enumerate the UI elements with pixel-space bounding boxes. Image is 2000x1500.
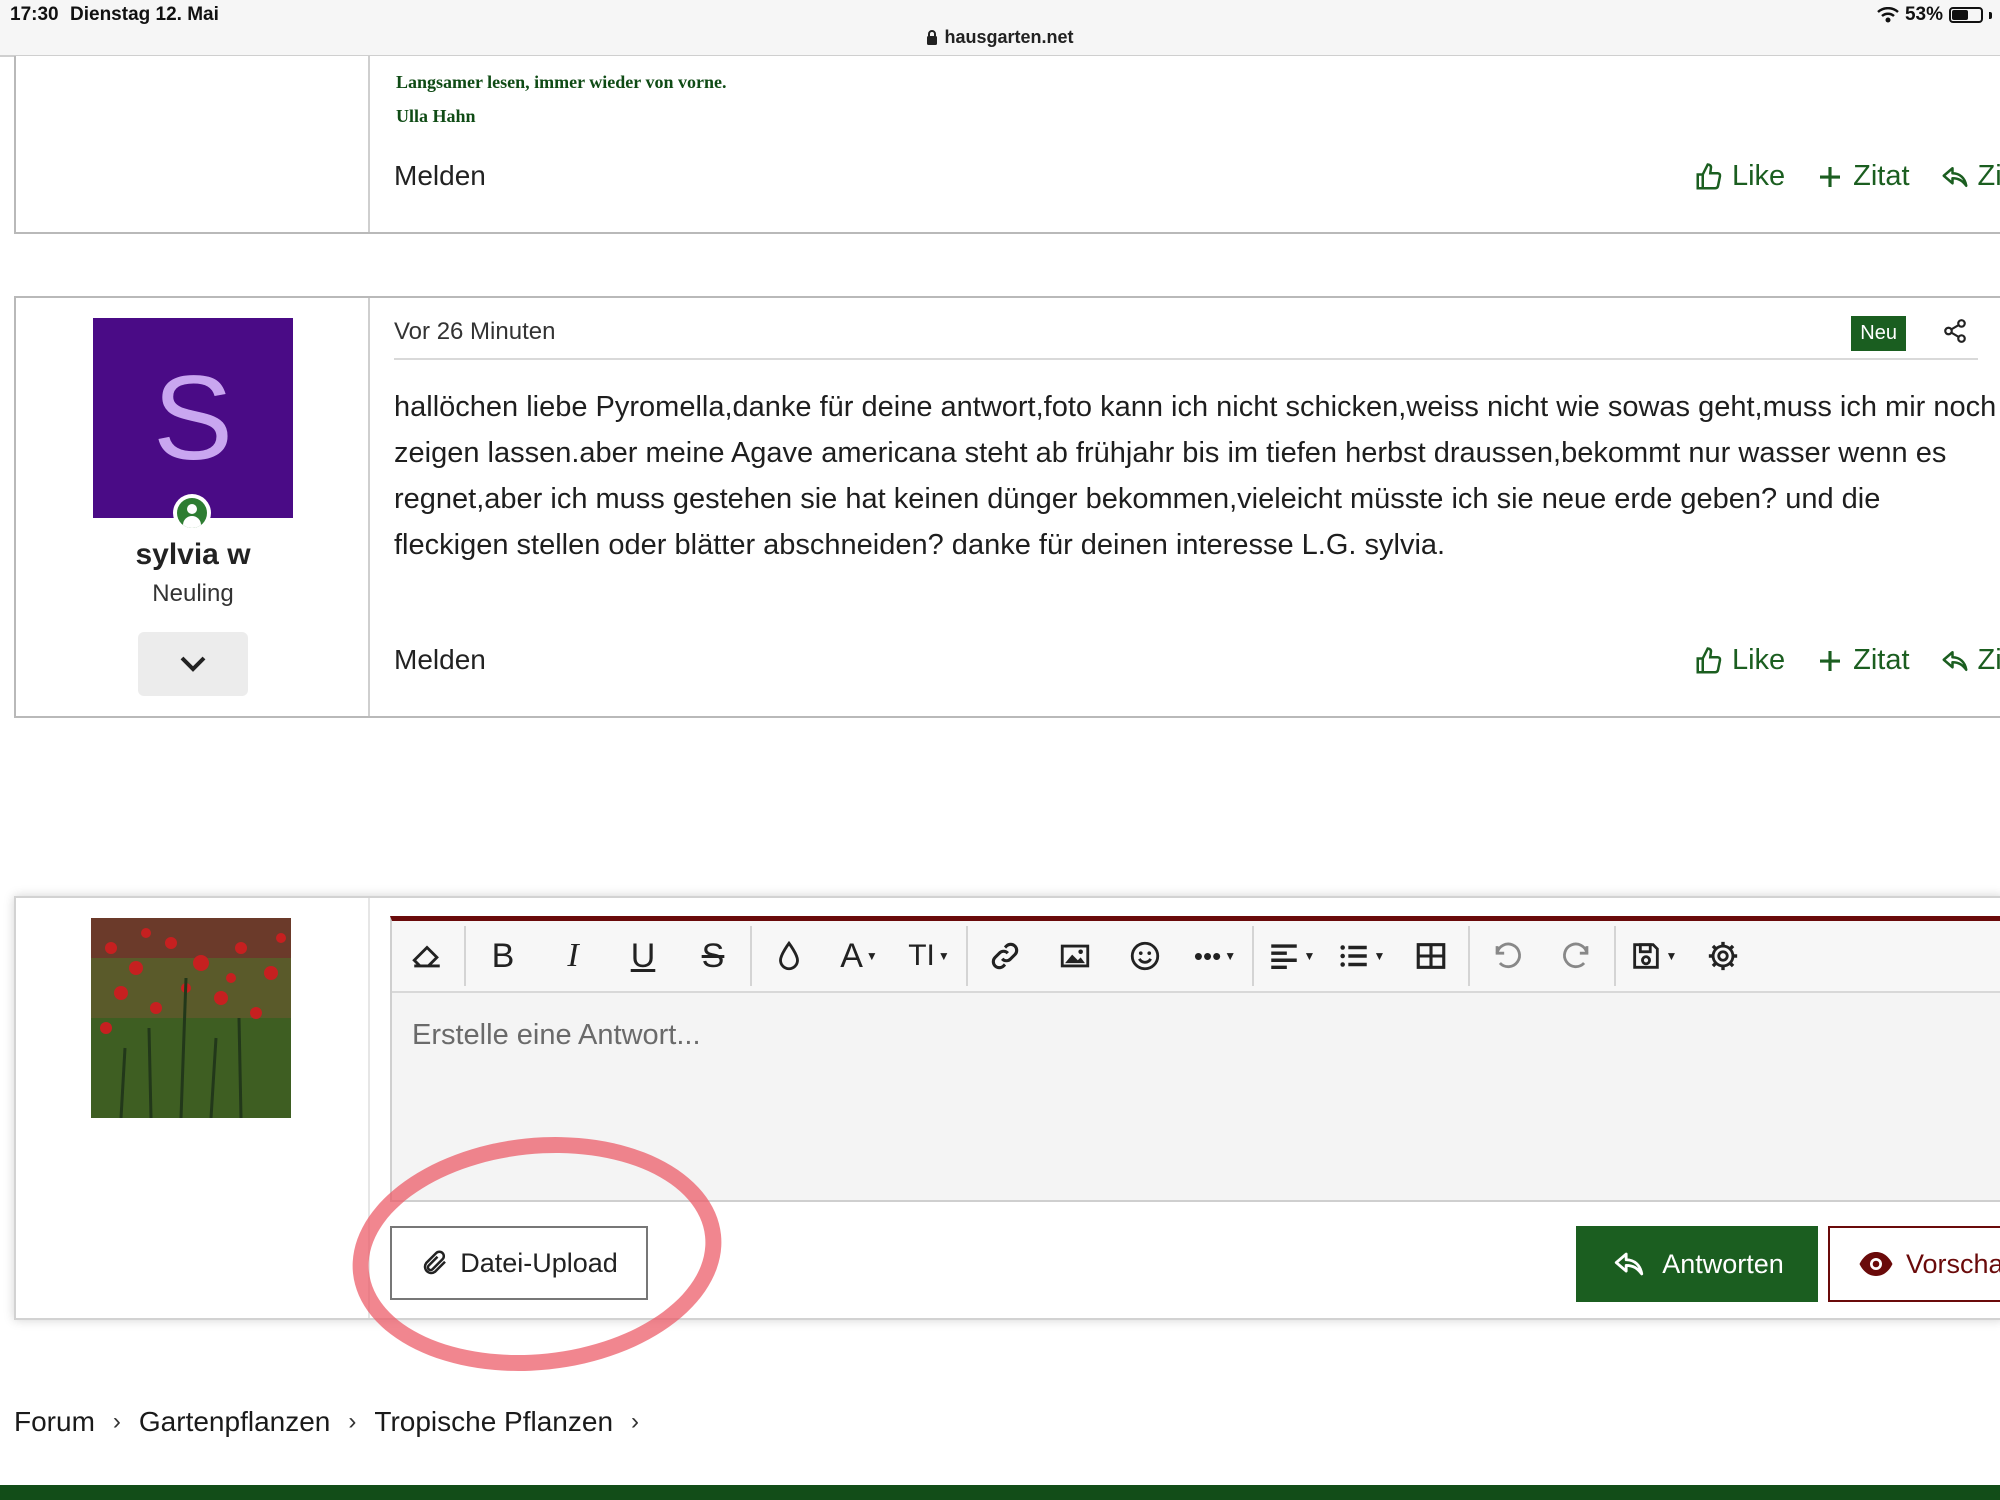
current-user-avatar[interactable] [91, 918, 291, 1118]
image-icon[interactable] [1040, 920, 1110, 992]
like-label: Like [1731, 160, 1786, 192]
file-upload-label: Datei-Upload [460, 1247, 618, 1278]
post-actions: Like Zitat Zitier [1694, 644, 2000, 677]
signature-quote: Langsamer lesen, immer wieder von vorne. [396, 72, 727, 92]
underline-icon[interactable]: U [608, 920, 678, 992]
status-indicators: 53% [1877, 4, 1992, 26]
save-icon[interactable]: ▼ [1618, 920, 1688, 992]
reply-sidebar [16, 898, 370, 1318]
cite-label: Zitier [1977, 160, 2000, 192]
share-icon[interactable] [1942, 318, 1968, 344]
chevron-right-icon: › [631, 1408, 640, 1435]
undo-icon[interactable] [1472, 920, 1542, 992]
username[interactable]: sylvia w [16, 538, 370, 572]
eraser-icon[interactable] [392, 920, 462, 992]
editor-toolbar: B I U S A ▼ TI ▼ ••• ▼ ▼ ▼ ▼ [392, 921, 2000, 993]
more-icon[interactable]: ••• ▼ [1180, 920, 1250, 992]
reply-textarea[interactable]: Erstelle eine Antwort... [392, 995, 2000, 1200]
quote-button[interactable]: Zitat [1815, 160, 1910, 193]
user-role: Neuling [152, 580, 234, 607]
like-button[interactable]: Like [1694, 644, 1785, 677]
cite-button[interactable]: Zitier [1940, 644, 2000, 677]
url-text: hausgarten.net [944, 27, 1074, 47]
paperclip-icon [423, 1250, 447, 1275]
eye-icon [1859, 1252, 1893, 1276]
rich-text-editor: B I U S A ▼ TI ▼ ••• ▼ ▼ ▼ ▼ Erstelle ei… [390, 916, 2000, 1202]
post-meta: Vor 26 Minuten Neu [394, 298, 1978, 360]
reply-arrow-icon [1615, 1252, 1644, 1276]
breadcrumb-forum[interactable]: Forum [14, 1406, 95, 1438]
link-icon[interactable] [970, 920, 1040, 992]
plus-icon [1820, 166, 1841, 187]
reply-arrow-icon [1942, 166, 1968, 187]
forum-post: S sylvia w Neuling Vor 26 Minuten Neu ha… [14, 296, 2000, 718]
chevron-down-icon [180, 656, 206, 672]
battery-icon [1949, 7, 1983, 23]
thumbs-up-icon [1696, 646, 1722, 673]
thumbs-up-icon [1696, 162, 1722, 189]
expand-profile-button[interactable] [138, 632, 248, 696]
status-date: Dienstag 12. Mai [70, 4, 219, 25]
battery-percent: 53% [1904, 4, 1943, 25]
quote-label: Zitat [1853, 644, 1910, 676]
submit-reply-label: Antworten [1662, 1248, 1784, 1279]
breadcrumb: Forum › Gartenpflanzen › Tropische Pflan… [14, 1406, 657, 1438]
quote-button[interactable]: Zitat [1815, 644, 1910, 677]
emoji-icon[interactable] [1110, 920, 1180, 992]
post-author-sidebar: S sylvia w Neuling [16, 298, 370, 716]
chevron-right-icon: › [112, 1408, 121, 1435]
color-drop-icon[interactable] [754, 920, 824, 992]
breadcrumb-gartenpflanzen[interactable]: Gartenpflanzen [139, 1406, 330, 1438]
quote-label: Zitat [1853, 160, 1910, 192]
cite-button[interactable]: Zitier [1940, 160, 2000, 193]
post-sidebar [16, 56, 370, 232]
reply-form: B I U S A ▼ TI ▼ ••• ▼ ▼ ▼ ▼ Erstelle ei… [14, 896, 2000, 1320]
address-bar[interactable]: hausgarten.net [0, 27, 2000, 48]
chevron-right-icon: › [348, 1408, 357, 1435]
plus-icon [1820, 650, 1841, 671]
reply-arrow-icon [1942, 650, 1968, 671]
preview-label: Vorschau [1906, 1248, 2000, 1279]
redo-icon[interactable] [1542, 920, 1612, 992]
post-body: Langsamer lesen, immer wieder von vorne.… [372, 56, 2000, 232]
report-link[interactable]: Melden [394, 644, 486, 676]
status-time: 17:30 [10, 4, 59, 25]
report-link[interactable]: Melden [394, 160, 486, 192]
list-icon[interactable]: ▼ [1326, 920, 1396, 992]
bold-icon[interactable]: B [468, 920, 538, 992]
font-size-icon[interactable]: TI ▼ [894, 920, 964, 992]
cite-label: Zitier [1977, 644, 2000, 676]
footer-bar [0, 1485, 2000, 1500]
like-label: Like [1731, 644, 1786, 676]
settings-icon[interactable] [1688, 920, 1758, 992]
new-badge: Neu [1851, 316, 1906, 351]
post-actions: Like Zitat Zitier [1694, 160, 2000, 193]
post-timestamp[interactable]: Vor 26 Minuten [394, 318, 555, 346]
previous-post: Langsamer lesen, immer wieder von vorne.… [14, 56, 2000, 234]
status-bar: 17:30 Dienstag 12. Mai hausgarten.net 53… [0, 0, 2000, 57]
table-icon[interactable] [1396, 920, 1466, 992]
post-message: hallöchen liebe Pyromella,danke für dein… [394, 391, 1997, 561]
lock-icon [927, 30, 938, 45]
file-upload-button[interactable]: Datei-Upload [390, 1226, 648, 1300]
font-family-icon[interactable]: A ▼ [824, 920, 894, 992]
like-button[interactable]: Like [1694, 160, 1785, 193]
breadcrumb-tropische-pflanzen[interactable]: Tropische Pflanzen [374, 1406, 613, 1438]
submit-reply-button[interactable]: Antworten [1576, 1226, 1818, 1302]
wifi-icon [1877, 7, 1899, 23]
poppy-field-image [91, 918, 291, 1118]
post-content: Vor 26 Minuten Neu hallöchen liebe Pyrom… [372, 298, 2000, 716]
align-icon[interactable]: ▼ [1256, 920, 1326, 992]
strikethrough-icon[interactable]: S [678, 920, 748, 992]
online-status-icon [173, 494, 211, 532]
avatar[interactable]: S [93, 318, 293, 518]
preview-button[interactable]: Vorschau [1828, 1226, 2000, 1302]
signature-author: Ulla Hahn [396, 106, 476, 126]
italic-icon[interactable]: I [538, 920, 608, 992]
